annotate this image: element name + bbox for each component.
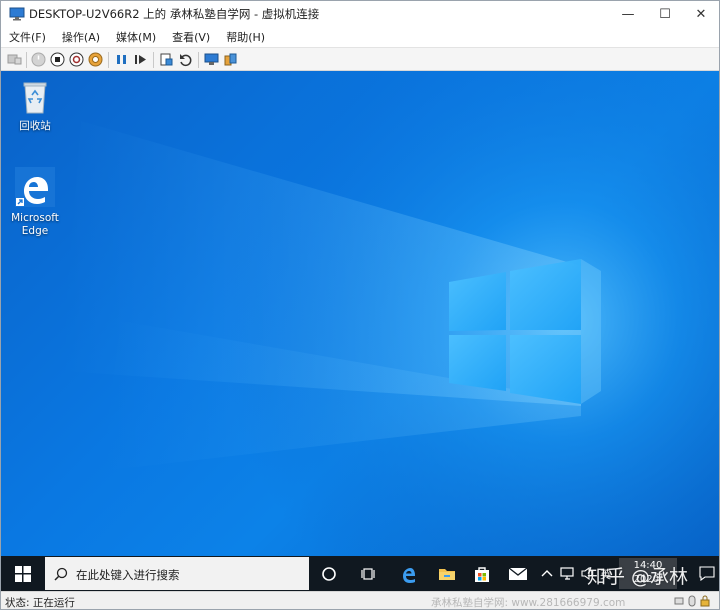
chevron-up-icon[interactable] [541,568,553,578]
status-bar: 状态: 正在运行 承林私塾自学网: www.281666979.com [1,591,719,609]
reset-icon[interactable] [133,52,148,67]
menu-help[interactable]: 帮助(H) [226,29,265,45]
ctrl-alt-del-icon[interactable] [7,52,22,67]
start-button[interactable] [1,556,45,591]
edge-icon [403,567,415,583]
recycle-bin-label: 回收站 [19,120,51,132]
checkpoint-icon[interactable] [159,52,174,67]
turn-off-icon[interactable] [50,52,65,67]
revert-icon[interactable] [178,52,193,67]
vm-connection-window: DESKTOP-U2V66R2 上的 承林私塾自学网 - 虚拟机连接 — ☐ ✕… [0,0,720,610]
menu-view[interactable]: 查看(V) [172,29,210,45]
store-button[interactable] [463,556,501,591]
menu-action[interactable]: 操作(A) [62,29,100,45]
cortana-circle-icon [322,566,336,581]
menu-file[interactable]: 文件(F) [9,29,46,45]
toolbar [1,47,719,71]
pause-icon[interactable] [114,52,129,67]
title-bar[interactable]: DESKTOP-U2V66R2 上的 承林私塾自学网 - 虚拟机连接 — ☐ ✕ [1,1,719,27]
windows-wallpaper [1,71,719,556]
toolbar-divider [26,52,27,68]
vm-desktop[interactable]: 回收站 Microsoft Edge [1,71,719,556]
search-icon [54,567,68,581]
window-title: DESKTOP-U2V66R2 上的 承林私塾自学网 - 虚拟机连接 [29,7,320,21]
mouse-icon [688,595,696,607]
folder-icon [439,568,455,580]
enhanced-session-icon[interactable] [204,52,219,67]
store-bag-icon [475,566,489,582]
file-explorer-button[interactable] [428,556,466,591]
notification-icon[interactable] [699,566,715,581]
recycle-bin-shortcut[interactable]: 回收站 [3,77,67,133]
vm-monitor-icon [9,7,25,21]
lock-icon [700,595,710,607]
toolbar-divider [153,52,154,68]
mail-icon [508,566,528,580]
edge-label-line2: Edge [21,225,49,237]
search-placeholder: 在此处键入进行搜索 [76,568,180,582]
taskbar-search-box[interactable]: 在此处键入进行搜索 [45,557,309,590]
keyboard-icon [674,597,684,605]
cortana-button[interactable] [310,556,348,591]
close-button[interactable]: ✕ [678,1,720,27]
toolbar-divider [198,52,199,68]
windows-logo-icon [15,565,31,582]
start-icon[interactable] [31,52,46,67]
share-icon[interactable] [223,52,238,67]
task-view-icon [361,567,375,580]
status-text: 状态: 正在运行 [5,597,75,609]
recycle-bin-icon [23,82,47,114]
network-icon[interactable] [560,567,576,580]
save-icon[interactable] [88,52,103,67]
edge-label-line1: Microsoft [11,212,59,224]
edge-shortcut[interactable]: Microsoft Edge [3,167,67,238]
taskbar-edge-button[interactable] [390,556,428,591]
shut-down-icon[interactable] [69,52,84,67]
menu-bar: 文件(F) 操作(A) 媒体(M) 查看(V) 帮助(H) [1,27,719,47]
site-watermark: 承林私塾自学网: www.281666979.com [431,597,626,609]
mail-button[interactable] [499,556,537,591]
task-view-button[interactable] [350,556,388,591]
toolbar-divider [108,52,109,68]
zhihu-watermark: 知乎 @承林 [587,566,689,588]
menu-media[interactable]: 媒体(M) [116,29,156,45]
edge-icon [15,167,55,207]
